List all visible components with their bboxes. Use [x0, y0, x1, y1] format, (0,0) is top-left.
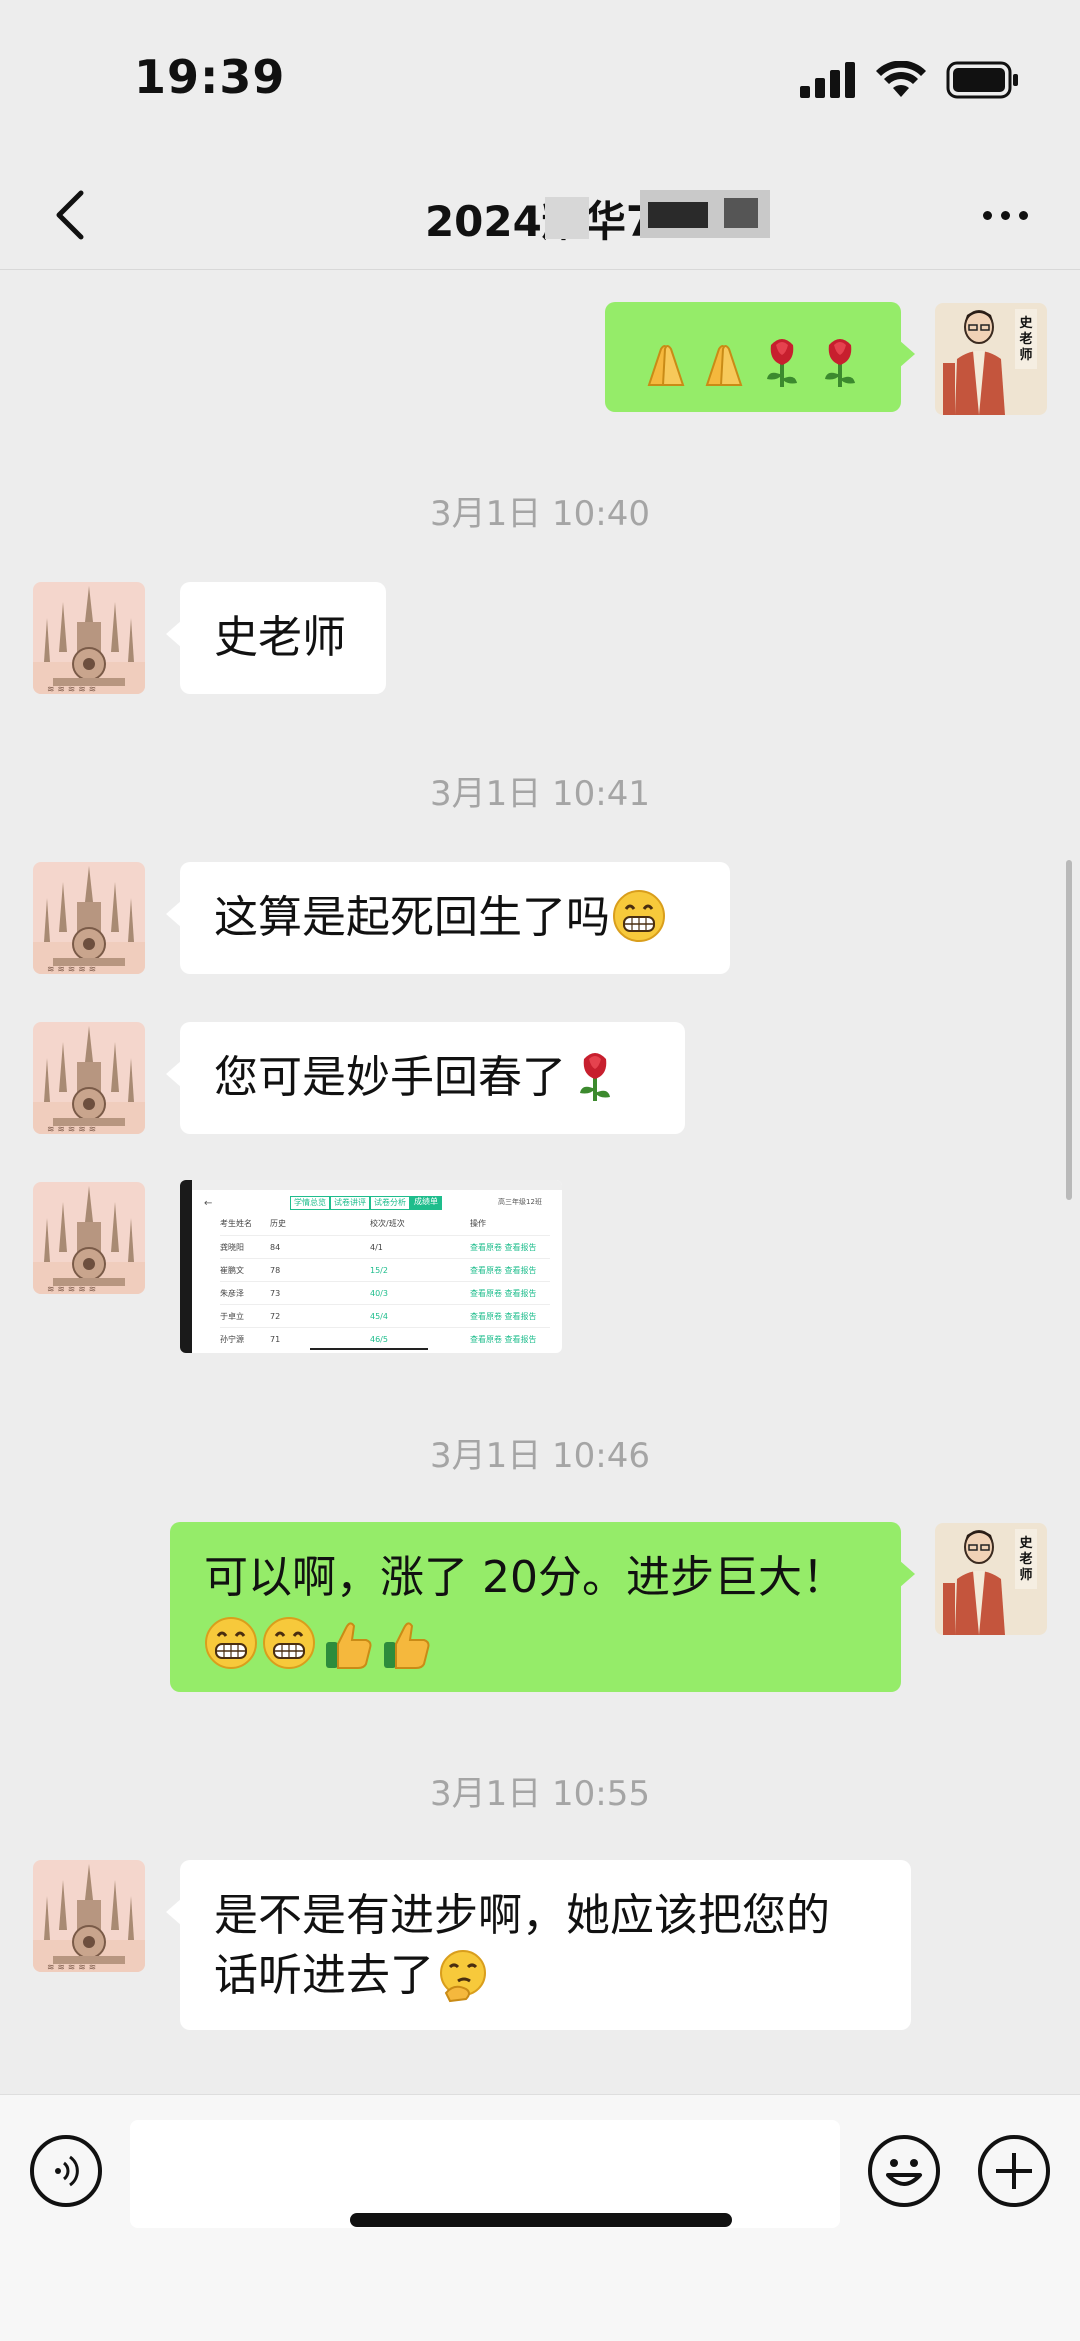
message-text: 史老师 [214, 612, 346, 663]
message-text: 话听进去了 [214, 1950, 434, 2001]
voice-button[interactable] [30, 2135, 102, 2207]
status-bar: 19:39 [0, 0, 1080, 160]
thumb-table-row: 龚晓阳 84 4/1 查看原卷 查看报告 [220, 1236, 550, 1259]
thumb-header-cell: 考生姓名 [220, 1219, 252, 1228]
thumb-table-header: 考生姓名 历史 校次/班次 操作 [220, 1218, 550, 1236]
signal-icon [800, 62, 855, 98]
smile-icon [886, 2159, 922, 2186]
thumb-cell: 78 [270, 1265, 281, 1275]
thumb-cell: 龚晓阳 [220, 1242, 244, 1252]
thumb-cell: 查看原卷 查看报告 [470, 1311, 537, 1321]
chevron-left-icon [56, 190, 84, 240]
thumb-header-cell: 校次/班次 [370, 1219, 405, 1228]
thumb-cell: 45/4 [370, 1311, 388, 1321]
thumb-cell: 46/5 [370, 1335, 388, 1344]
rose-emoji-icon [823, 337, 857, 389]
pray-emoji-icon [648, 345, 684, 386]
incoming-message[interactable]: 史老师 [166, 582, 386, 694]
thumb-tabs: 学情总览 试卷讲评 试卷分析 成绩单 [290, 1196, 442, 1210]
status-icons [800, 58, 1020, 102]
message-timestamp: 3月1日 10:55 [429, 1774, 651, 1814]
thumb-cell: 72 [270, 1311, 281, 1321]
thumb-table-row: 朱彦泽 73 40/3 查看原卷 查看报告 [220, 1282, 550, 1305]
thumb-dropdown: 高三年级12班 [498, 1198, 542, 1206]
emoji-group [639, 335, 867, 389]
thumb-tab: 试卷讲评 [330, 1196, 370, 1210]
thinking-emoji-icon [439, 1949, 487, 2003]
thumb-cell: 73 [270, 1288, 281, 1298]
scrollbar[interactable] [1066, 860, 1072, 1200]
message-text: 您可是妙手回春了 [214, 1052, 566, 1103]
sender-avatar[interactable] [33, 1860, 145, 1972]
battery-icon [946, 61, 1018, 99]
thumb-header-cell: 操作 [470, 1219, 486, 1228]
thumb-table-row: 于卓立 72 45/4 查看原卷 查看报告 [220, 1305, 550, 1328]
thumb-cell: 崔鹏文 [220, 1265, 244, 1275]
thumb-tab: 学情总览 [290, 1196, 330, 1210]
thumb-cell: 查看原卷 查看报告 [470, 1242, 537, 1252]
thumb-cell: 84 [270, 1242, 281, 1252]
plus-icon [996, 2153, 1032, 2189]
redaction-blur [640, 190, 770, 238]
home-indicator[interactable] [350, 2213, 732, 2227]
image-message[interactable]: ← 学情总览 试卷讲评 试卷分析 成绩单 高三年级12班 考生姓名 历史 校次/… [180, 1180, 562, 1353]
plus-button[interactable] [978, 2135, 1050, 2207]
pray-emoji-icon [706, 345, 742, 386]
message-timestamp: 3月1日 10:41 [429, 774, 651, 814]
message-timestamp: 3月1日 10:40 [429, 494, 651, 534]
thumb-cell: 孙宁源 [220, 1335, 244, 1344]
thumb-cell: 40/3 [370, 1288, 388, 1298]
voice-icon [55, 2155, 79, 2187]
thumb-cell: 朱彦泽 [220, 1288, 244, 1298]
message-text: 可以啊，涨了 20分。进步巨大！ [204, 1552, 846, 1603]
message-text: 这算是起死回生了吗 [214, 892, 610, 943]
thumb-cell: 4/1 [370, 1242, 383, 1252]
thumbs-up-emoji-icon [325, 1622, 372, 1669]
thumb-header-cell: 历史 [270, 1219, 286, 1228]
message-timestamp: 3月1日 10:46 [429, 1436, 651, 1476]
redaction-blur [545, 197, 589, 239]
more-button[interactable] [970, 190, 1040, 240]
thumb-cell: 查看原卷 查看报告 [470, 1288, 537, 1298]
thumb-tab-active: 成绩单 [410, 1196, 442, 1210]
thumb-cell: 查看原卷 查看报告 [470, 1335, 537, 1344]
thumb-home-bar [310, 1348, 428, 1350]
rose-emoji-icon [765, 337, 799, 389]
thumb-cell: 71 [270, 1335, 281, 1344]
sender-avatar[interactable] [33, 862, 145, 974]
grin-emoji-icon [204, 1616, 258, 1670]
status-time: 19:39 [134, 50, 286, 104]
back-button[interactable] [40, 180, 100, 250]
chat-header: 2024耀华7 [0, 160, 1080, 270]
grin-emoji-icon [612, 889, 666, 943]
wifi-icon [876, 61, 926, 97]
teacher-avatar[interactable] [935, 303, 1047, 415]
rose-emoji-icon [578, 1051, 612, 1103]
message-input[interactable] [130, 2120, 840, 2228]
incoming-message[interactable]: 这算是起死回生了吗 [166, 862, 730, 974]
outgoing-message[interactable]: 可以啊，涨了 20分。进步巨大！ [170, 1522, 915, 1692]
emoji-button[interactable] [868, 2135, 940, 2207]
more-dots-icon [982, 210, 992, 220]
thumb-table: 考生姓名 历史 校次/班次 操作 龚晓阳 84 4/1 查看原卷 查看报告 崔鹏… [220, 1218, 550, 1351]
thumbs-up-emoji-icon [383, 1622, 430, 1669]
grin-emoji-icon [262, 1616, 316, 1670]
teacher-avatar[interactable] [935, 1523, 1047, 1635]
thumb-tab: 试卷分析 [370, 1196, 410, 1210]
thumb-cell: 15/2 [370, 1265, 388, 1275]
sender-avatar[interactable] [33, 1022, 145, 1134]
outgoing-message[interactable] [605, 302, 915, 412]
thumb-cell: 于卓立 [220, 1311, 244, 1321]
sender-avatar[interactable] [33, 582, 145, 694]
thumb-cell: 查看原卷 查看报告 [470, 1265, 537, 1275]
message-text: 是不是有进步啊，她应该把您的 [214, 1890, 830, 1941]
incoming-message[interactable]: 您可是妙手回春了 [166, 1022, 685, 1134]
thumb-back-icon: ← [204, 1198, 213, 1209]
sender-avatar[interactable] [33, 1182, 145, 1294]
incoming-message[interactable]: 是不是有进步啊，她应该把您的 话听进去了 [166, 1860, 911, 2030]
message-text-line2: 话听进去了 [214, 1946, 911, 2006]
emoji-group [204, 1616, 432, 1670]
thumb-table-row: 崔鹏文 78 15/2 查看原卷 查看报告 [220, 1259, 550, 1282]
